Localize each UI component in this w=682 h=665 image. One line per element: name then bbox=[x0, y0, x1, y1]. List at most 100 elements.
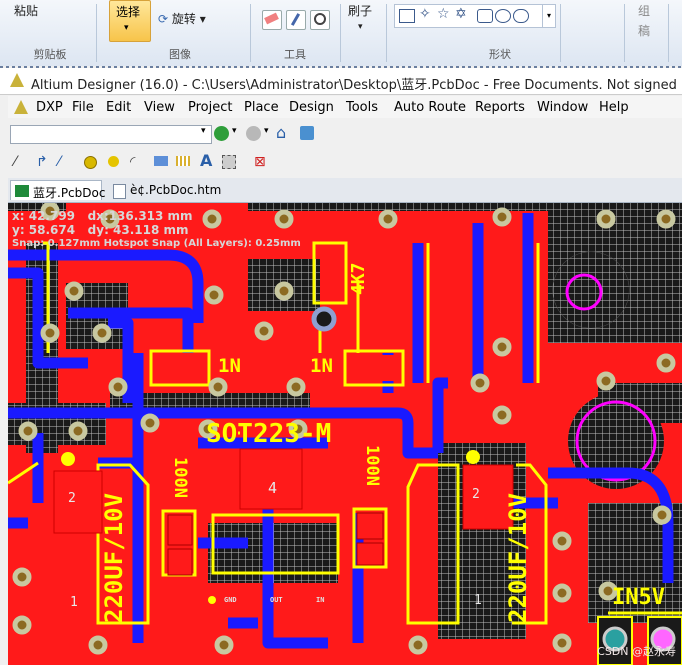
connector-label: IN5V bbox=[612, 585, 665, 610]
home-icon[interactable]: ⌂ bbox=[276, 123, 286, 142]
menu-place[interactable]: Place bbox=[244, 100, 279, 115]
color-group-label: 组 bbox=[638, 4, 651, 18]
tab-label: è¢.PcbDoc.htm bbox=[130, 183, 222, 197]
shapes-gallery[interactable]: ✧ ☆ ✡ ▾ bbox=[394, 4, 556, 28]
ribbon-divider bbox=[624, 4, 625, 62]
rotate-button[interactable]: ⟳ 旋转 ▾ bbox=[158, 10, 206, 27]
cap-label-right: 220UF/10V bbox=[504, 492, 532, 623]
callout-cloud-icon[interactable] bbox=[513, 9, 529, 23]
hud-y: y: 58.674 bbox=[12, 223, 76, 237]
tab-pcbdoc[interactable]: 蓝牙.PcbDoc bbox=[10, 180, 105, 200]
menu-tools[interactable]: Tools bbox=[346, 100, 378, 115]
path-input[interactable] bbox=[10, 125, 212, 144]
select-button[interactable]: 选择 ▾ bbox=[109, 0, 151, 42]
ribbon-divider bbox=[340, 4, 341, 62]
menu-window[interactable]: Window bbox=[537, 100, 588, 115]
star6-shape-icon[interactable]: ✡ bbox=[455, 6, 467, 22]
arc-icon[interactable]: ◜ bbox=[130, 154, 144, 170]
interactive-route-icon[interactable]: ⁄ bbox=[14, 154, 28, 170]
regulator-label: SOT223-M bbox=[206, 419, 332, 449]
tools-group-label: 工具 bbox=[284, 48, 306, 61]
tab-report-htm[interactable]: è¢.PcbDoc.htm bbox=[108, 180, 227, 200]
star4-shape-icon[interactable]: ✧ bbox=[419, 6, 431, 22]
c100n-label-right: 100N bbox=[362, 445, 382, 486]
pcb-doc-icon bbox=[15, 185, 29, 197]
multi-route-icon[interactable]: ⁄ bbox=[58, 154, 72, 170]
image-group-label: 图像 bbox=[169, 48, 191, 61]
pin-label-in: IN bbox=[316, 596, 325, 604]
menu-help[interactable]: Help bbox=[599, 100, 629, 115]
resistor-label: 4K7 bbox=[348, 262, 369, 295]
pad-number-4: 4 bbox=[268, 479, 278, 497]
chevron-down-icon[interactable]: ▾ bbox=[201, 126, 206, 136]
altium-logo-icon bbox=[10, 73, 24, 87]
pcb-toolbar: ⁄ ↱ ⁄ ◜ A ⊠ bbox=[8, 150, 682, 174]
component-icon[interactable] bbox=[222, 155, 236, 169]
menu-view[interactable]: View bbox=[144, 100, 175, 115]
hud-dy: dy: 43.118 mm bbox=[87, 223, 189, 237]
magnifier-icon[interactable] bbox=[310, 10, 330, 30]
menu-bar: DXP File Edit View Project Place Design … bbox=[8, 96, 682, 118]
polygon-pour-icon[interactable] bbox=[176, 156, 190, 166]
paste-button[interactable]: 粘贴 bbox=[14, 2, 38, 19]
chevron-down-icon: ▾ bbox=[358, 22, 363, 32]
callout-oval-icon[interactable] bbox=[495, 9, 511, 23]
forward-icon[interactable] bbox=[246, 126, 261, 141]
title-bar: Altium Designer (16.0) - C:\Users\Admini… bbox=[0, 68, 682, 95]
brush-button[interactable]: 刷子 bbox=[348, 2, 372, 19]
keepout-icon[interactable]: ⊠ bbox=[254, 154, 268, 170]
html-doc-icon bbox=[113, 184, 126, 199]
ribbon-divider bbox=[668, 4, 669, 62]
cap-label-left: 220UF/10V bbox=[100, 492, 128, 623]
favorites-icon[interactable] bbox=[300, 126, 314, 140]
coordinate-hud: x: 42.799 dx:136.313 mm y: 58.674 dy: 43… bbox=[12, 209, 301, 251]
back-icon[interactable] bbox=[214, 126, 229, 141]
menu-reports[interactable]: Reports bbox=[475, 100, 525, 115]
fill-icon[interactable] bbox=[154, 156, 168, 166]
document-tabs: 蓝牙.PcbDoc è¢.PcbDoc.htm bbox=[8, 178, 682, 203]
diff-pair-icon[interactable]: ↱ bbox=[36, 154, 50, 170]
ribbon-divider bbox=[96, 4, 97, 62]
dxp-icon bbox=[14, 100, 28, 114]
pad-number-1-right: 1 bbox=[474, 593, 482, 608]
navigation-bar: ▾ ▾ ▾ ⌂ bbox=[8, 122, 682, 146]
menu-project[interactable]: Project bbox=[188, 100, 232, 115]
pin-label-gnd: GND bbox=[224, 596, 237, 604]
pentagon-shape-icon[interactable] bbox=[399, 9, 415, 23]
color-group-label-2: 稿 bbox=[638, 24, 651, 38]
pad-icon[interactable] bbox=[84, 156, 97, 169]
ribbon-divider bbox=[386, 4, 387, 62]
ribbon-divider bbox=[560, 4, 561, 62]
rotate-icon: ⟳ bbox=[158, 12, 169, 26]
diode-label-left: 1N bbox=[218, 355, 241, 377]
rotate-label: 旋转 bbox=[171, 12, 196, 26]
color-picker-icon[interactable] bbox=[286, 10, 306, 30]
pin-label-out: OUT bbox=[270, 596, 283, 604]
pcb-canvas[interactable]: x: 42.799 dx:136.313 mm y: 58.674 dy: 43… bbox=[8, 203, 682, 665]
star5-shape-icon[interactable]: ☆ bbox=[437, 6, 450, 22]
window-title: Altium Designer (16.0) - C:\Users\Admini… bbox=[31, 78, 682, 93]
gallery-scroll-icon[interactable]: ▾ bbox=[542, 5, 555, 27]
eraser-icon[interactable] bbox=[262, 10, 282, 30]
chevron-down-icon: ▾ bbox=[124, 23, 129, 33]
hud-dx: dx:136.313 mm bbox=[87, 209, 193, 223]
menu-file[interactable]: File bbox=[72, 100, 94, 115]
menu-auto-route[interactable]: Auto Route bbox=[394, 100, 466, 115]
menu-dxp[interactable]: DXP bbox=[36, 100, 63, 115]
c100n-label-left: 100N bbox=[170, 457, 190, 498]
watermark: CSDN @赵永寿 bbox=[597, 645, 676, 658]
hud-x: x: 42.799 bbox=[12, 209, 76, 223]
chevron-down-icon[interactable]: ▾ bbox=[264, 126, 269, 136]
pad-number-2-right: 2 bbox=[472, 487, 480, 502]
chevron-down-icon[interactable]: ▾ bbox=[232, 126, 237, 136]
pad-number-2-left: 2 bbox=[68, 491, 76, 506]
via-icon[interactable] bbox=[108, 156, 119, 167]
menu-design[interactable]: Design bbox=[289, 100, 334, 115]
ribbon-divider bbox=[250, 4, 251, 62]
diode-label-right: 1N bbox=[310, 355, 333, 377]
callout-rect-icon[interactable] bbox=[477, 9, 493, 23]
select-label: 选择 bbox=[116, 5, 141, 19]
paint-ribbon: 粘贴 剪贴板 选择 ▾ ⟳ 旋转 ▾ 图像 工具 刷子 ▾ ✧ ☆ ✡ ▾ 形状… bbox=[0, 0, 682, 67]
menu-edit[interactable]: Edit bbox=[106, 100, 131, 115]
string-icon[interactable]: A bbox=[200, 151, 214, 170]
